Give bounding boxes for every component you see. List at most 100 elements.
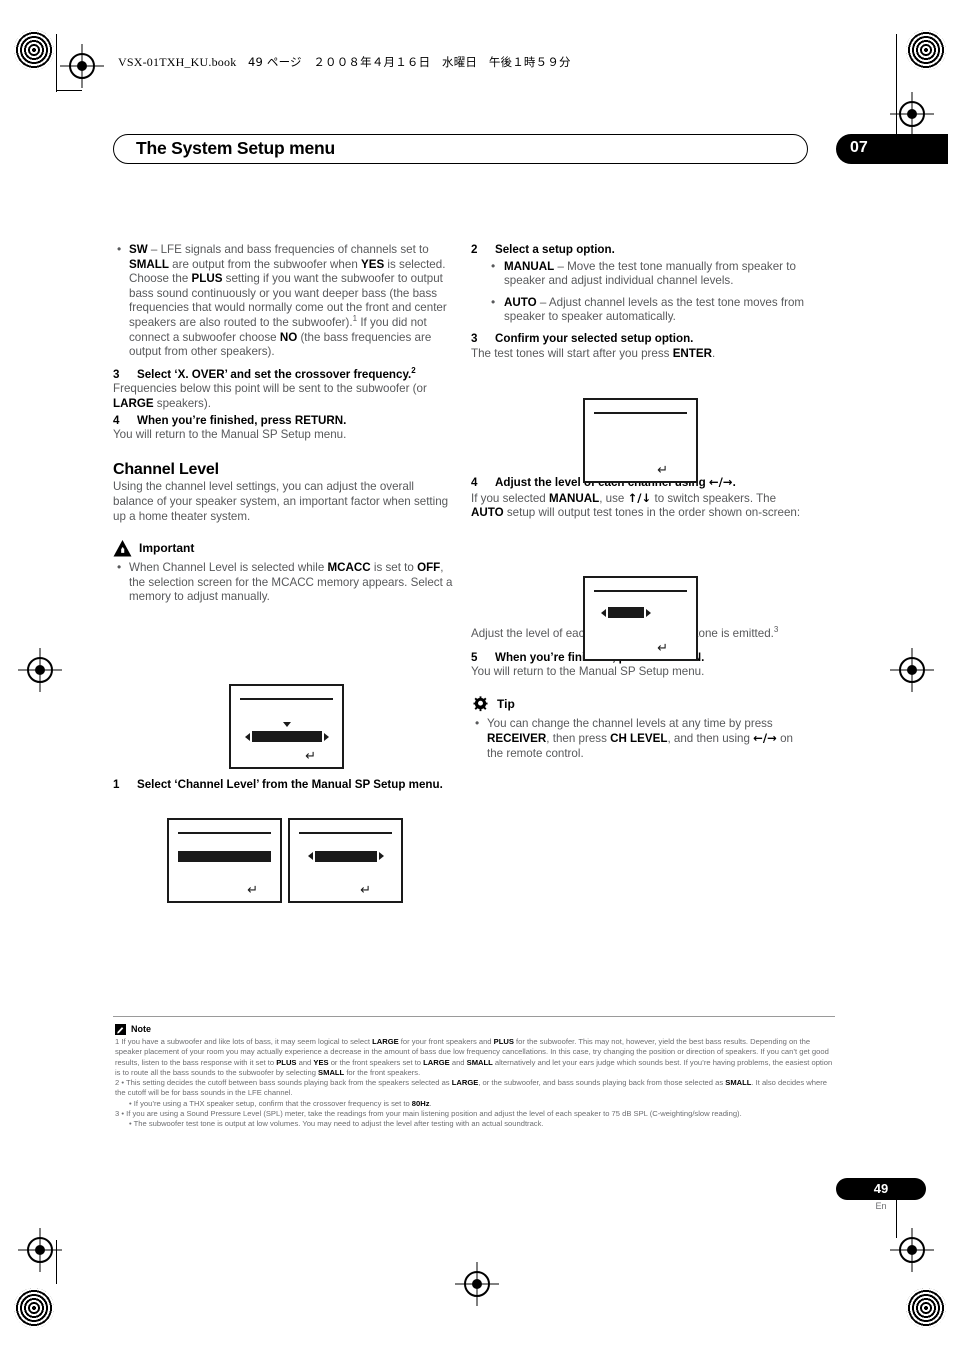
important-bold-2: OFF bbox=[417, 561, 441, 575]
tip-bullet-3: , and then using bbox=[667, 732, 754, 746]
auto-term: AUTO bbox=[504, 295, 537, 309]
osd-value-bar bbox=[314, 850, 377, 862]
bullet-dot-icon: • bbox=[117, 242, 122, 256]
fn2-t2: , or the subwoofer, and bass sounds play… bbox=[478, 1078, 726, 1088]
fn1-b5: LARGE bbox=[423, 1057, 450, 1067]
right-step-4-number: 4 bbox=[471, 476, 478, 490]
osd-screen-test-tone-start: ↵ bbox=[583, 398, 698, 483]
tip-bullet-2: , then press bbox=[546, 732, 611, 746]
osd-right-arrow-icon bbox=[378, 852, 384, 861]
left-right-arrow-glyph: ←/→ bbox=[753, 731, 777, 746]
fn1-t4: and bbox=[296, 1057, 314, 1067]
bullet-dot-icon: • bbox=[117, 560, 122, 575]
right-step-2-heading: 2 Select a setup option. bbox=[471, 243, 811, 258]
book-page-label: 49 ページ bbox=[247, 55, 302, 69]
tip-bullet-1: You can change the channel levels at any… bbox=[487, 716, 773, 730]
bullet-dot-icon: • bbox=[491, 294, 496, 309]
bullet-dot-icon: • bbox=[475, 715, 480, 730]
osd-screen-manual-sp-setup: ↵ bbox=[167, 818, 282, 903]
right-step-2: 2 Select a setup option. bbox=[471, 243, 811, 258]
right-step-4-bold-2: AUTO bbox=[471, 506, 504, 520]
right-column: 2 Select a setup option. • MANUAL – Move … bbox=[471, 243, 811, 770]
osd-highlight-bar bbox=[178, 850, 271, 862]
footnote-1-marker: 1 bbox=[115, 1037, 120, 1046]
warning-hand-icon bbox=[113, 540, 132, 557]
auto-text: – Adjust channel levels as the test tone… bbox=[504, 295, 805, 324]
osd-screen-channel-level-adjust: ↵ bbox=[583, 576, 698, 661]
osd-left-arrow-icon bbox=[244, 732, 250, 741]
right-step-3-heading-text: Confirm your selected setup option. bbox=[495, 331, 694, 345]
footnote-2-marker: 2 • bbox=[115, 1078, 124, 1088]
right-after-screen-footnote-ref: 3 bbox=[773, 625, 779, 635]
section-body-channel-level: Using the channel level settings, you ca… bbox=[113, 480, 449, 523]
left-step-3-heading: 3 Select ‘X. OVER’ and set the crossover … bbox=[113, 366, 453, 383]
important-bullet-1: When Channel Level is selected while bbox=[129, 561, 328, 575]
right-step-4-body-4: setup will output test tones in the orde… bbox=[503, 506, 801, 520]
chapter-number: 07 bbox=[850, 139, 868, 156]
fn1-b4: YES bbox=[313, 1057, 329, 1067]
osd-title-rule bbox=[593, 412, 688, 414]
right-step-4-body-2: , use bbox=[599, 491, 628, 505]
left-step-3-body-2: speakers). bbox=[153, 396, 211, 410]
registration-target-mid-right bbox=[890, 648, 934, 692]
up-down-arrow-glyph: ↑/↓ bbox=[627, 490, 652, 505]
left-right-arrow-glyph: ←/→ bbox=[708, 475, 733, 490]
sw-text-2: are output from the subwoofer when bbox=[168, 257, 361, 271]
registration-dot-top-right bbox=[906, 30, 946, 70]
crop-line-left-bottom bbox=[56, 1240, 57, 1284]
left-step-1-heading-text: Select ‘Channel Level’ from the Manual S… bbox=[137, 778, 443, 791]
osd-value-row bbox=[178, 850, 271, 862]
right-step-2-auto-bullet: • AUTO – Adjust channel levels as the te… bbox=[488, 294, 811, 325]
osd-left-arrow-icon bbox=[601, 608, 606, 617]
sw-bold-1: SMALL bbox=[129, 257, 169, 271]
fn2-b1: LARGE bbox=[451, 1078, 479, 1088]
osd-title-rule bbox=[177, 832, 272, 834]
registration-dot-bottom-right bbox=[906, 1288, 946, 1328]
osd-right-arrow-icon bbox=[646, 608, 651, 617]
tip-bold-1: RECEIVER bbox=[487, 732, 547, 746]
footnote-1: 1 If you have a subwoofer and like lots … bbox=[115, 1037, 837, 1078]
left-step-3-body-1: Frequencies below this point will be sen… bbox=[113, 382, 427, 396]
tip-label: Tip bbox=[497, 696, 515, 711]
page-language: En bbox=[875, 1201, 887, 1211]
registration-target-bottom-center bbox=[455, 1262, 499, 1306]
pencil-note-icon bbox=[115, 1024, 126, 1035]
fn1-b3: PLUS bbox=[276, 1057, 297, 1067]
right-step-4-body-1: If you selected bbox=[471, 491, 549, 505]
registration-target-top-left bbox=[60, 44, 104, 88]
fn1-t2: for your front speakers and bbox=[398, 1037, 494, 1046]
fn1-b1: LARGE bbox=[372, 1037, 399, 1046]
right-step-3-number: 3 bbox=[471, 331, 478, 345]
sw-text-1: – LFE signals and bass frequencies of ch… bbox=[147, 243, 429, 256]
sw-bold-2: YES bbox=[361, 257, 385, 271]
footnote-2: 2 • This setting decides the cutoff betw… bbox=[115, 1078, 837, 1099]
osd-return-icon: ↵ bbox=[247, 882, 258, 897]
fn1-b2: PLUS bbox=[493, 1037, 514, 1046]
manual-page: VSX-01TXH_KU.book 49 ページ ２００８年４月１６日 水曜日 … bbox=[0, 0, 954, 1350]
left-column: • SW – LFE signals and bass frequencies … bbox=[113, 242, 453, 613]
footnote-3: 3 • If you are using a Sound Pressure Le… bbox=[115, 1109, 837, 1119]
left-step-3: 3 Select ‘X. OVER’ and set the crossover … bbox=[113, 366, 453, 412]
osd-title-rule bbox=[593, 590, 688, 592]
osd-title-rule bbox=[298, 832, 393, 834]
important-notice: Important • When Channel Level is select… bbox=[113, 540, 453, 605]
left-step-1: 1 Select ‘Channel Level’ from the Manual … bbox=[113, 778, 453, 793]
tip-bold-2: CH LEVEL bbox=[610, 732, 668, 746]
left-step-3-heading-text: Select ‘X. OVER’ and set the crossover f… bbox=[137, 367, 412, 381]
sw-term: SW bbox=[129, 243, 148, 256]
book-date: ２００８年４月１６日 水曜日 午後１時５９分 bbox=[313, 55, 571, 69]
right-step-3-body-2: . bbox=[711, 346, 716, 360]
footnote-2-sub: • If you’re using a THX speaker setup, c… bbox=[129, 1099, 837, 1109]
fn3-t1: If you are using a Sound Pressure Level … bbox=[126, 1109, 742, 1119]
sw-bullet: • SW – LFE signals and bass frequencies … bbox=[113, 242, 453, 360]
fn2b-t2: . bbox=[429, 1098, 432, 1108]
sw-bold-4: NO bbox=[279, 330, 298, 344]
tip-notice: Tip • You can change the channel levels … bbox=[471, 696, 811, 762]
bullet-dot-icon: • bbox=[491, 258, 496, 273]
right-step-5-body: You will return to the Manual SP Setup m… bbox=[471, 665, 705, 679]
osd-return-icon: ↵ bbox=[657, 640, 668, 655]
important-bullet: • When Channel Level is selected while M… bbox=[113, 560, 453, 605]
osd-value-row bbox=[298, 850, 393, 862]
fn1-b6: SMALL bbox=[466, 1057, 493, 1067]
right-step-5-number: 5 bbox=[471, 650, 478, 664]
